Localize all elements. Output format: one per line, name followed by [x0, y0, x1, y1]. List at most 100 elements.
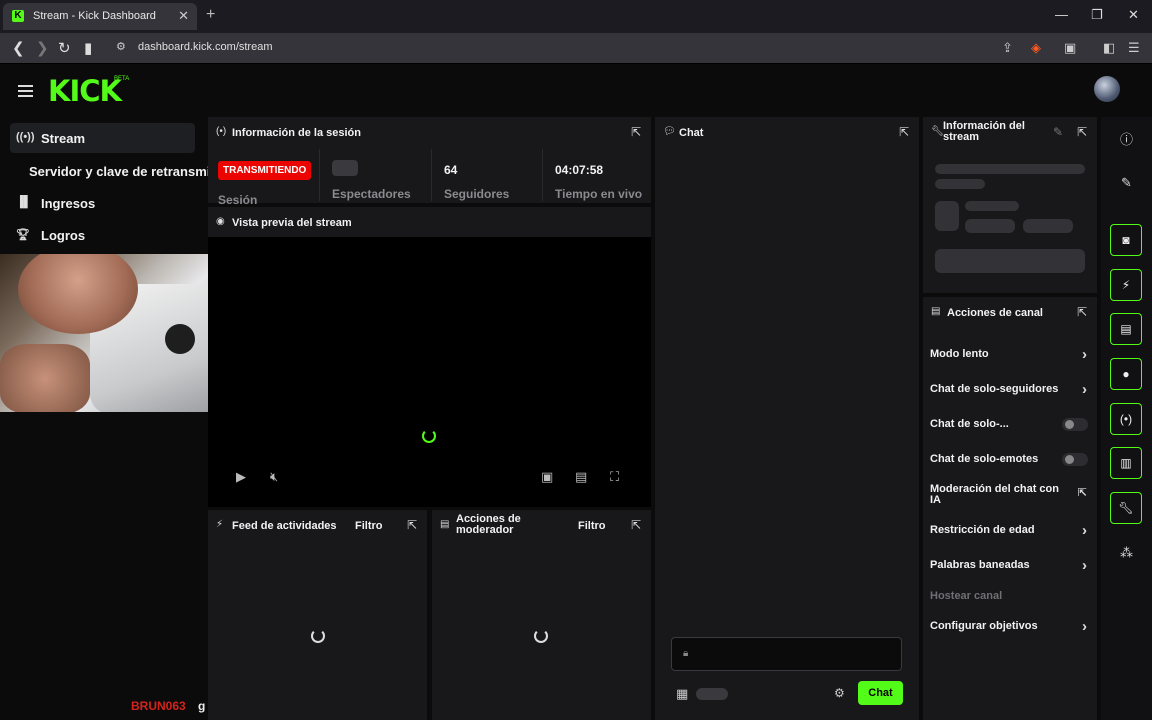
share-icon[interactable]: ⇪: [1002, 40, 1013, 56]
followers-only-item[interactable]: Chat de solo-seguidores ›: [930, 381, 1090, 398]
theater-mode-icon[interactable]: ▤: [575, 469, 587, 485]
brave-shield-icon[interactable]: ◈: [1031, 40, 1041, 56]
edit-icon[interactable]: ✎: [1101, 175, 1152, 191]
mute-icon[interactable]: 🔇︎: [270, 469, 278, 485]
slow-mode-item[interactable]: Modo lento ›: [930, 346, 1090, 363]
popout-icon[interactable]: ⇱: [631, 518, 641, 532]
session-info-panel: (•) Información de la sesión ⇱ TRANSMITI…: [208, 117, 651, 207]
skeleton-box: [935, 249, 1085, 273]
layout-button[interactable]: ▥: [1110, 447, 1142, 479]
mod-actions-panel: ▤ Acciones de moderador Filtro ⇱: [432, 510, 651, 720]
item-label: Hostear canal: [930, 590, 1003, 602]
raid-button[interactable]: ⚡︎: [1110, 269, 1142, 301]
tools-button[interactable]: 🔧︎: [1110, 492, 1142, 524]
kick-logo[interactable]: KICK: [48, 74, 122, 108]
close-window-icon[interactable]: ✕: [1128, 7, 1139, 23]
popout-icon[interactable]: ⇱: [631, 125, 641, 139]
quick-actions-rail: ⓘ ✎ ◙ ⚡︎ ▤ ● (•) ▥ 🔧︎ ⁂: [1101, 117, 1152, 720]
play-icon[interactable]: ▶: [236, 469, 246, 485]
skeleton-thumb: [935, 201, 959, 231]
url-field[interactable]: ⚙ dashboard.kick.com/stream: [110, 37, 990, 59]
sidebar-item-ingresos[interactable]: ▐▌ Ingresos: [10, 188, 195, 218]
new-tab-icon[interactable]: +: [206, 6, 215, 24]
mini-player-icon[interactable]: ▣: [541, 469, 553, 485]
age-restriction-item[interactable]: Restricción de edad ›: [930, 522, 1090, 539]
broadcast-button[interactable]: (•): [1110, 403, 1142, 435]
uptime-value: 04:07:58: [555, 163, 604, 177]
chat-input[interactable]: 🔒︎: [671, 637, 902, 671]
skeleton-tag: [1023, 219, 1073, 233]
overlay-chat-username: BRUN063: [131, 699, 186, 713]
minimize-icon[interactable]: —: [1055, 7, 1068, 22]
chat-panel: 💬︎ Chat ⇱ 🔒︎ ▦ ⚙ Chat: [655, 117, 919, 720]
live-badge: TRANSMITIENDO: [218, 161, 312, 180]
subscribers-only-item: Chat de solo-...: [930, 418, 1090, 431]
item-label: Palabras baneadas: [930, 559, 1030, 571]
close-tab-icon[interactable]: ✕: [178, 8, 189, 24]
trophy-icon: 🏆︎: [16, 229, 30, 241]
fullscreen-icon[interactable]: ⛶: [610, 469, 619, 485]
maximize-icon[interactable]: ❐: [1091, 7, 1103, 23]
viewers-stat: Espectadores: [319, 149, 429, 201]
filter-button[interactable]: Filtro: [578, 520, 606, 532]
viewers-label: Espectadores: [332, 187, 411, 201]
ai-moderation-item[interactable]: Moderación del chat con IA ⇱: [930, 484, 1090, 506]
sidebar-item-server-key[interactable]: Servidor y clave de retransmisión: [10, 156, 208, 186]
sidebar-toggle-icon[interactable]: ◧: [1103, 40, 1115, 56]
chat-bubble-icon: ●: [1122, 367, 1130, 381]
sidebar-item-label: Servidor y clave de retransmisión: [29, 164, 208, 179]
lightning-icon: ⚡︎: [216, 519, 224, 530]
session-label: Sesión: [218, 193, 258, 207]
popout-icon[interactable]: ⇱: [407, 518, 417, 532]
banned-words-item[interactable]: Palabras baneadas ›: [930, 557, 1090, 574]
skeleton-tag: [965, 219, 1015, 233]
wrench-icon: 🔧︎: [1118, 501, 1134, 515]
skeleton-line: [935, 164, 1085, 174]
emotes-only-toggle[interactable]: [1062, 453, 1088, 466]
chat-settings-icon[interactable]: ⚙: [834, 686, 845, 700]
reload-icon[interactable]: ↻: [58, 39, 71, 57]
popout-icon[interactable]: ⇱: [899, 125, 909, 139]
wrench-icon: 🔧︎: [931, 126, 944, 137]
external-link-icon: ⇱: [1077, 487, 1087, 499]
channel-actions-panel: ▤ Acciones de canal ⇱ Modo lento › Chat …: [923, 297, 1097, 720]
forward-icon[interactable]: ❯: [36, 39, 49, 57]
beta-tag: BETA: [114, 76, 130, 82]
broadcast-icon: ((•)): [16, 131, 35, 143]
chat-button[interactable]: ●: [1110, 358, 1142, 390]
avatar[interactable]: [1094, 76, 1120, 102]
broadcast-icon: (•): [1119, 412, 1133, 426]
filter-button[interactable]: Filtro: [355, 520, 383, 532]
edit-icon[interactable]: ✎: [1053, 125, 1063, 139]
popout-icon[interactable]: ⇱: [1077, 125, 1087, 139]
sidebar-item-logros[interactable]: 🏆︎ Logros: [10, 220, 195, 250]
info-icon[interactable]: ⓘ: [1101, 129, 1152, 148]
item-label: Configurar objetivos: [930, 620, 1038, 632]
clip-button[interactable]: ◙: [1110, 224, 1142, 256]
browser-tab[interactable]: K Stream - Kick Dashboard ✕: [3, 3, 197, 30]
more-icon[interactable]: ⁂: [1101, 545, 1152, 561]
uptime-label: Tiempo en vivo: [555, 187, 643, 201]
hamburger-menu-icon[interactable]: [18, 82, 33, 100]
sidebar-item-stream[interactable]: ((•)) Stream: [10, 123, 195, 153]
item-label: Chat de solo-emotes: [930, 453, 1039, 465]
channel-icon: ▤: [931, 306, 941, 317]
address-bar: ❮ ❯ ↻ ▮ ⚙ dashboard.kick.com/stream ⇪ ◈ …: [0, 33, 1152, 64]
item-label: Chat de solo-seguidores: [930, 383, 1059, 395]
chevron-right-icon: ›: [1082, 618, 1087, 635]
bookmark-icon[interactable]: ▮: [84, 39, 92, 57]
wallet-icon[interactable]: ▣: [1064, 40, 1076, 56]
notes-button[interactable]: ▤: [1110, 313, 1142, 345]
popout-icon[interactable]: ⇱: [1077, 305, 1087, 319]
site-info-icon[interactable]: ⚙: [116, 40, 126, 53]
gift-icon[interactable]: ▦: [676, 686, 688, 702]
subscribers-only-toggle[interactable]: [1062, 418, 1088, 431]
viewers-placeholder: [332, 160, 358, 176]
goals-item[interactable]: Configurar objetivos ›: [930, 618, 1090, 635]
stream-preview-panel: ◉ Vista previa del stream ▶ 🔇︎ ▣ ▤ ⛶: [208, 207, 651, 507]
item-label: Moderación del chat con IA: [930, 483, 1059, 506]
loading-spinner: [311, 629, 325, 643]
send-chat-button[interactable]: Chat: [858, 681, 903, 705]
menu-icon[interactable]: ☰: [1128, 40, 1140, 56]
back-icon[interactable]: ❮: [12, 39, 25, 57]
